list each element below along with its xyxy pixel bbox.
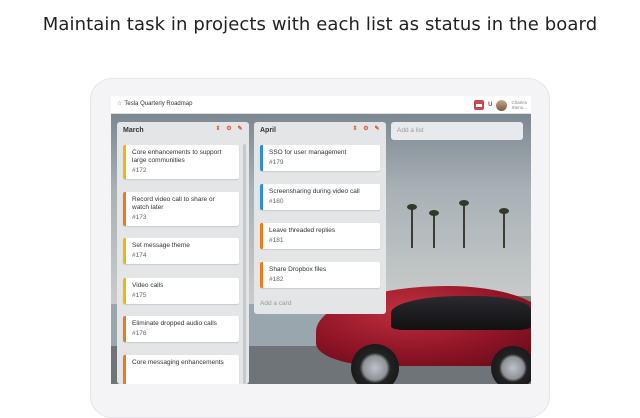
user-name: Charles Steno... bbox=[511, 100, 527, 110]
card[interactable]: Leave threaded replies #181 bbox=[260, 223, 380, 249]
list-header: April ⇕ ⚙ ✎ bbox=[254, 122, 386, 140]
card-title: Share Dropbox files bbox=[269, 266, 327, 273]
card-number: #174 bbox=[132, 252, 147, 259]
card-color-bar bbox=[260, 223, 263, 249]
board-title-text: Tesla Quarterly Roadmap bbox=[124, 101, 193, 107]
app-screen: ☆ Tesla Quarterly Roadmap U Charles Steno… bbox=[111, 96, 531, 384]
card[interactable]: Record video call to share or watch late… bbox=[123, 192, 239, 226]
add-list-input[interactable]: Add a list bbox=[391, 122, 523, 140]
card[interactable]: Eliminate dropped audio calls #176 bbox=[123, 316, 239, 342]
gear-icon[interactable]: ⚙ bbox=[226, 126, 232, 133]
pencil-icon[interactable]: ✎ bbox=[374, 126, 380, 133]
sort-icon[interactable]: ⇕ bbox=[215, 126, 221, 133]
add-card-button[interactable]: Add a card bbox=[260, 300, 291, 307]
list-header: March ⇕ ⚙ ✎ bbox=[117, 122, 249, 140]
card-title: Record video call to share or watch late… bbox=[132, 196, 215, 211]
card[interactable]: Core enhancements to support large commu… bbox=[123, 145, 239, 179]
car-window bbox=[391, 296, 531, 330]
card-color-bar bbox=[123, 192, 126, 226]
list-april: April ⇕ ⚙ ✎ SSO for user management #179… bbox=[254, 122, 386, 314]
top-bar: ☆ Tesla Quarterly Roadmap U Charles Steno… bbox=[111, 96, 531, 114]
card-number: #172 bbox=[132, 167, 147, 174]
card-color-bar bbox=[123, 278, 126, 304]
card-color-bar bbox=[260, 184, 263, 210]
card[interactable]: Share Dropbox files #182 bbox=[260, 262, 380, 288]
card-title: Core enhancements to support large commu… bbox=[132, 149, 222, 164]
sort-icon[interactable]: ⇕ bbox=[352, 126, 358, 133]
card-title: Leave threaded replies bbox=[269, 227, 336, 234]
card-number: #173 bbox=[132, 214, 147, 221]
card-title: Eliminate dropped audio calls bbox=[132, 320, 217, 327]
card-title: Screensharing during video call bbox=[269, 188, 360, 195]
avatar[interactable] bbox=[496, 99, 508, 111]
card[interactable]: Video calls #175 bbox=[123, 278, 239, 304]
list-title[interactable]: March bbox=[123, 127, 144, 134]
palm-tree bbox=[499, 208, 509, 248]
car-wheel bbox=[351, 344, 399, 384]
notification-icon[interactable] bbox=[474, 100, 485, 110]
list-title[interactable]: April bbox=[260, 127, 276, 134]
card[interactable]: Screensharing during video call #180 bbox=[260, 184, 380, 210]
star-icon[interactable]: ☆ bbox=[117, 101, 122, 107]
palm-tree bbox=[407, 204, 417, 248]
card-number: #176 bbox=[132, 330, 147, 337]
car-wheel bbox=[491, 346, 531, 384]
card-title: SSO for user management bbox=[269, 149, 347, 156]
palm-tree bbox=[459, 200, 469, 248]
card-color-bar bbox=[123, 316, 126, 342]
card-color-bar bbox=[260, 262, 263, 288]
card[interactable]: SSO for user management #179 bbox=[260, 145, 380, 171]
card-number: #175 bbox=[132, 292, 147, 299]
card-number: #181 bbox=[269, 237, 284, 244]
gear-icon[interactable]: ⚙ bbox=[363, 126, 369, 133]
list-scrollbar[interactable] bbox=[243, 144, 246, 384]
card-title: Set message theme bbox=[132, 242, 190, 249]
card-number: #179 bbox=[269, 159, 284, 166]
card-number: #182 bbox=[269, 276, 284, 283]
card-color-bar bbox=[123, 355, 126, 384]
headline: Maintain task in projects with each list… bbox=[42, 14, 598, 35]
user-name-line2: Steno... bbox=[511, 105, 527, 110]
card[interactable]: Core messaging enhancements bbox=[123, 355, 239, 384]
palm-tree bbox=[429, 210, 439, 248]
user-initial[interactable]: U bbox=[488, 102, 492, 108]
card[interactable]: Set message theme #174 bbox=[123, 238, 239, 264]
card-title: Video calls bbox=[132, 282, 164, 289]
card-color-bar bbox=[123, 145, 126, 179]
pencil-icon[interactable]: ✎ bbox=[237, 126, 243, 133]
board-title[interactable]: ☆ Tesla Quarterly Roadmap bbox=[117, 100, 192, 107]
user-area: U Charles Steno... bbox=[474, 98, 527, 112]
card-title: Core messaging enhancements bbox=[132, 359, 224, 366]
card-color-bar bbox=[123, 238, 126, 264]
card-number: #180 bbox=[269, 198, 284, 205]
list-march: March ⇕ ⚙ ✎ Core enhancements to support… bbox=[117, 122, 249, 384]
card-color-bar bbox=[260, 145, 263, 171]
